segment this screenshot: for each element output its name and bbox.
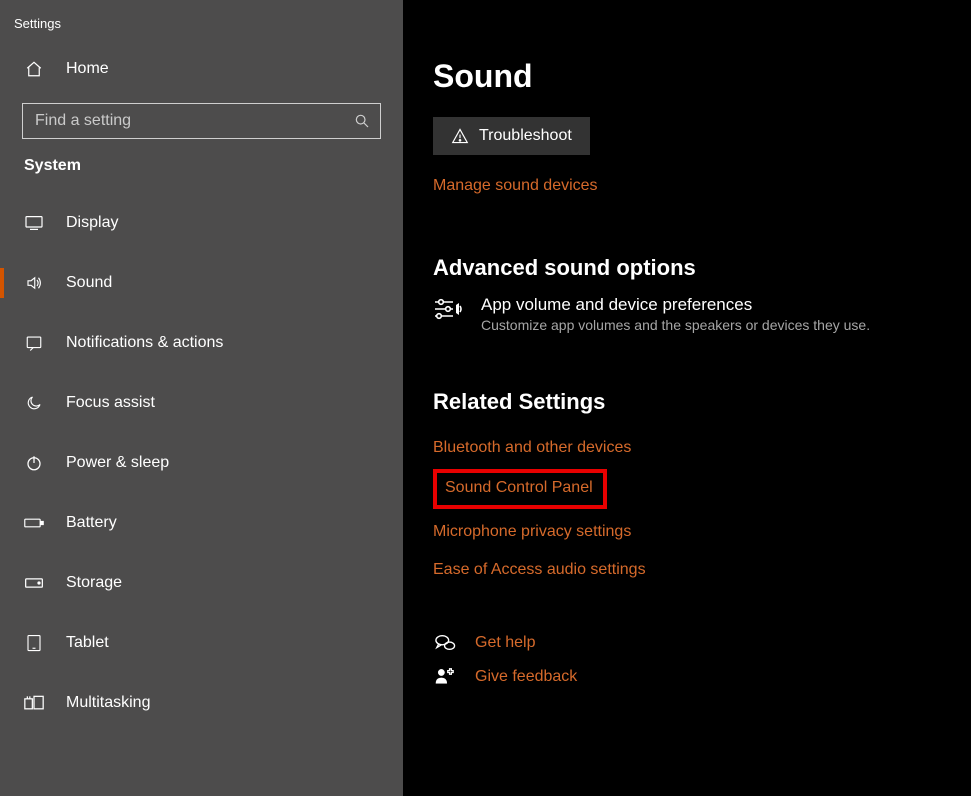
nav-list: Display Sound Notifications & actions Fo… (0, 193, 403, 733)
multitasking-icon (24, 693, 44, 713)
sidebar-item-label: Power & sleep (66, 454, 169, 472)
troubleshoot-label: Troubleshoot (479, 127, 572, 145)
related-bluetooth-link[interactable]: Bluetooth and other devices (433, 433, 631, 463)
related-sound-control-panel-link[interactable]: Sound Control Panel (445, 479, 593, 497)
pref-title: App volume and device preferences (481, 295, 870, 315)
power-icon (24, 453, 44, 473)
sidebar-item-label: Multitasking (66, 694, 150, 712)
sidebar-item-label: Tablet (66, 634, 109, 652)
sidebar-item-label: Sound (66, 274, 112, 292)
page-title: Sound (433, 58, 951, 95)
category-label: System (0, 157, 403, 193)
main-panel: Sound Troubleshoot Manage sound devices … (403, 0, 971, 796)
pref-sub: Customize app volumes and the speakers o… (481, 317, 870, 333)
sidebar-item-tablet[interactable]: Tablet (0, 613, 403, 673)
give-feedback-label: Give feedback (475, 668, 577, 686)
notifications-icon (24, 333, 44, 353)
advanced-title: Advanced sound options (433, 255, 951, 281)
sidebar-item-battery[interactable]: Battery (0, 493, 403, 553)
focus-assist-icon (24, 393, 44, 413)
app-title: Settings (0, 16, 403, 49)
warning-icon (451, 128, 469, 144)
sidebar-item-display[interactable]: Display (0, 193, 403, 253)
search-icon (354, 113, 370, 129)
help-icon (433, 633, 457, 653)
sidebar-item-label: Display (66, 214, 118, 232)
home-button[interactable]: Home (0, 49, 403, 89)
highlight-box: Sound Control Panel (433, 469, 607, 509)
sidebar-item-power-sleep[interactable]: Power & sleep (0, 433, 403, 493)
storage-icon (24, 573, 44, 593)
manage-sound-devices-link[interactable]: Manage sound devices (433, 177, 598, 195)
sliders-icon (433, 295, 463, 323)
troubleshoot-button[interactable]: Troubleshoot (433, 117, 590, 155)
get-help-link[interactable]: Get help (433, 633, 951, 653)
sound-icon (24, 273, 44, 293)
home-label: Home (66, 60, 109, 78)
feedback-icon (433, 667, 457, 687)
get-help-label: Get help (475, 634, 535, 652)
search-wrap (22, 103, 381, 139)
sidebar-item-focus-assist[interactable]: Focus assist (0, 373, 403, 433)
sidebar: Settings Home System Display (0, 0, 403, 796)
related-title: Related Settings (433, 389, 951, 415)
sidebar-item-storage[interactable]: Storage (0, 553, 403, 613)
sidebar-item-label: Storage (66, 574, 122, 592)
home-icon (24, 59, 44, 79)
sidebar-item-notifications[interactable]: Notifications & actions (0, 313, 403, 373)
battery-icon (24, 513, 44, 533)
give-feedback-link[interactable]: Give feedback (433, 667, 951, 687)
app-volume-pref[interactable]: App volume and device preferences Custom… (433, 295, 951, 333)
settings-window: Settings Home System Display (0, 0, 971, 796)
search-box[interactable] (22, 103, 381, 139)
sidebar-item-sound[interactable]: Sound (0, 253, 403, 313)
display-icon (24, 213, 44, 233)
related-microphone-link[interactable]: Microphone privacy settings (433, 517, 631, 547)
related-ease-of-access-link[interactable]: Ease of Access audio settings (433, 555, 646, 585)
sidebar-item-label: Battery (66, 514, 117, 532)
footer-links: Get help Give feedback (433, 633, 951, 687)
search-input[interactable] (35, 112, 354, 130)
sidebar-item-multitasking[interactable]: Multitasking (0, 673, 403, 733)
tablet-icon (24, 633, 44, 653)
sidebar-item-label: Notifications & actions (66, 334, 223, 352)
sidebar-item-label: Focus assist (66, 394, 155, 412)
